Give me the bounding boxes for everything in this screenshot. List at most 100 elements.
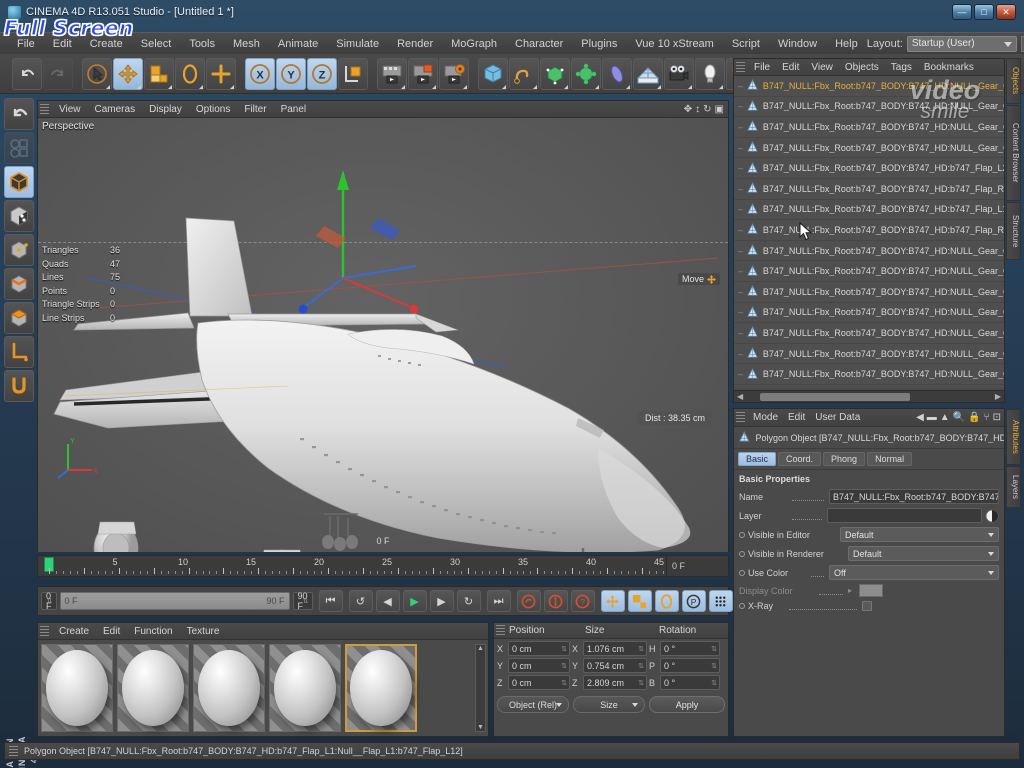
position-z-input[interactable]: 0 cm ⇅ [508, 675, 570, 690]
tree-expand-icon[interactable]: – [738, 287, 746, 297]
polygons-mode-button[interactable] [4, 302, 34, 334]
coord-system-dropdown[interactable]: Object (Rel) [497, 696, 569, 713]
redo-button[interactable] [43, 57, 73, 90]
step-forward-button[interactable]: ▶ [429, 590, 454, 612]
rotation-p-input[interactable]: 0 ° ⇅ [660, 658, 720, 673]
size-z-input[interactable]: 2.809 cm ⇅ [583, 675, 647, 690]
tab-phong[interactable]: Phong [823, 452, 866, 466]
back-arrow-icon[interactable]: ◀ [916, 412, 924, 423]
undo-button[interactable] [12, 57, 42, 90]
viewport-menu-panel[interactable]: Panel [274, 103, 314, 116]
axis-mode-button[interactable] [4, 336, 34, 368]
spline-pen-button[interactable] [509, 57, 539, 90]
render-settings-button[interactable] [439, 57, 469, 90]
panel-grip-icon[interactable] [496, 625, 505, 636]
object-row[interactable]: – B747_NULL:Fbx_Root:b747_BODY:B747_HD:NU… [734, 282, 1004, 303]
rotate-tool-button[interactable] [175, 57, 205, 90]
step-back-button[interactable]: ◀ [375, 590, 400, 612]
menu-vue10-xstream[interactable]: Vue 10 xStream [626, 36, 722, 52]
material-swatch[interactable] [193, 644, 265, 732]
xray-checkbox[interactable] [862, 601, 872, 611]
make-editable-button[interactable] [4, 132, 34, 164]
attribute-menu-edit[interactable]: Edit [783, 411, 810, 424]
menu-plugins[interactable]: Plugins [572, 36, 626, 52]
tree-expand-icon[interactable]: – [738, 204, 746, 214]
timeline-ruler[interactable]: 5 10 15 20 25 30 35 40 45 50 55 60 0 F [37, 555, 729, 577]
layer-input[interactable] [827, 508, 982, 523]
menu-character[interactable]: Character [506, 36, 572, 52]
current-frame-input[interactable]: 0 F ⇅ [41, 591, 57, 611]
tree-expand-icon[interactable]: – [738, 328, 746, 338]
object-row[interactable]: – B747_NULL:Fbx_Root:b747_BODY:B747_HD:NU… [734, 261, 1004, 282]
object-row[interactable]: – B747_NULL:Fbx_Root:b747_BODY:B747_HD:b7… [734, 200, 1004, 221]
spinner-icon[interactable]: ⇅ [561, 645, 567, 653]
menu-mograph[interactable]: MoGraph [442, 36, 506, 52]
display-color-swatch[interactable] [859, 584, 884, 597]
menu-simulate[interactable]: Simulate [327, 36, 388, 52]
viewport-menu-filter[interactable]: Filter [237, 103, 273, 116]
tree-expand-icon[interactable]: – [738, 349, 746, 359]
timeline-track[interactable]: 5 10 15 20 25 30 35 40 45 50 55 60 [38, 556, 666, 576]
material-swatch[interactable] [269, 644, 341, 732]
keyframe-selection-button[interactable]: ? [570, 590, 595, 612]
world-axis-button[interactable] [206, 57, 236, 90]
material-menu-create[interactable]: Create [52, 625, 96, 638]
scroll-left-icon[interactable]: ◀ [734, 392, 746, 401]
menu-script[interactable]: Script [723, 36, 769, 52]
play-backwards-frame-button[interactable]: ↺ [348, 590, 373, 612]
material-swatch-selected[interactable] [345, 644, 417, 732]
loop-button[interactable]: ↻ [456, 590, 481, 612]
viewport-scale-icon[interactable]: ↕ [695, 104, 700, 115]
attribute-menu-user-data[interactable]: User Data [810, 411, 865, 424]
object-row[interactable]: – B747_NULL:Fbx_Root:b747_BODY:B747_HD:NU… [734, 241, 1004, 262]
object-menu-view[interactable]: View [805, 61, 839, 74]
lock-icon[interactable]: 🔒 [968, 412, 980, 423]
object-menu-tags[interactable]: Tags [885, 61, 918, 74]
generator-button[interactable] [540, 57, 570, 90]
viewport-menu-cameras[interactable]: Cameras [88, 103, 143, 116]
object-row[interactable]: – B747_NULL:Fbx_Root:b747_BODY:B747_HD:b7… [734, 158, 1004, 179]
param-bullet-icon[interactable] [739, 603, 745, 609]
visible-renderer-dropdown[interactable]: Default [848, 546, 999, 561]
menu-help[interactable]: Help [826, 36, 867, 52]
spinner-icon[interactable]: ⇅ [561, 662, 567, 670]
move-tool-button[interactable] [113, 57, 143, 90]
max-frame-input[interactable]: 90 F ⇅ [292, 591, 313, 611]
tree-expand-icon[interactable]: – [738, 143, 746, 153]
object-row[interactable]: – B747_NULL:Fbx_Root:b747_BODY:B747_HD:NU… [734, 303, 1004, 324]
panel-grip-icon[interactable] [40, 625, 49, 637]
panel-grip-icon[interactable] [40, 103, 49, 115]
undo-action-button[interactable] [4, 98, 34, 130]
enable-snapping-button[interactable] [4, 370, 34, 402]
viewport-move-icon[interactable]: ✥ [684, 104, 692, 115]
object-horizontal-scrollbar[interactable]: ◀ ▶ [734, 390, 1004, 402]
viewport-canvas[interactable]: Perspective Y X Triangles 36 Quads 47 Li… [38, 118, 728, 552]
layout-select[interactable]: Startup (User) [906, 35, 1017, 52]
object-menu-objects[interactable]: Objects [839, 61, 885, 74]
record-active-objects-button[interactable] [516, 590, 541, 612]
side-tab-content-browser[interactable]: Content Browser [1006, 105, 1021, 201]
object-tree-list[interactable]: – B747_NULL:Fbx_Root:b747_BODY:B747_HD:NU… [734, 76, 1004, 388]
tree-expand-icon[interactable]: – [738, 122, 746, 132]
viewport-menu-options[interactable]: Options [189, 103, 237, 116]
apply-button[interactable]: Apply [649, 696, 725, 713]
object-row[interactable]: – B747_NULL:Fbx_Root:b747_BODY:B747_HD:b7… [734, 220, 1004, 241]
viewport-maximize-icon[interactable]: ▣ [715, 104, 724, 115]
param-bullet-icon[interactable] [739, 531, 745, 538]
menu-render[interactable]: Render [388, 36, 442, 52]
link-icon[interactable]: ⑂ [984, 412, 990, 423]
attribute-menu-mode[interactable]: Mode [748, 411, 783, 424]
pin-icon[interactable]: ⊡ [993, 412, 1001, 423]
tree-expand-icon[interactable]: – [738, 101, 746, 111]
rotation-b-input[interactable]: 0 ° ⇅ [660, 675, 720, 690]
up-arrow-icon[interactable]: ▲ [940, 412, 950, 423]
material-menu-function[interactable]: Function [127, 625, 179, 638]
object-row[interactable]: – B747_NULL:Fbx_Root:b747_BODY:B747_HD:NU… [734, 323, 1004, 344]
spinner-icon[interactable]: ⇅ [711, 645, 717, 653]
tree-expand-icon[interactable]: – [738, 81, 746, 91]
scale-tool-button[interactable] [144, 57, 174, 90]
object-row[interactable]: – B747_NULL:Fbx_Root:b747_BODY:B747_HD:NU… [734, 97, 1004, 118]
menu-window[interactable]: Window [769, 36, 826, 52]
viewport-rotate-icon[interactable]: ↻ [703, 104, 711, 115]
timeline-end-field[interactable]: 0 F [666, 556, 728, 576]
